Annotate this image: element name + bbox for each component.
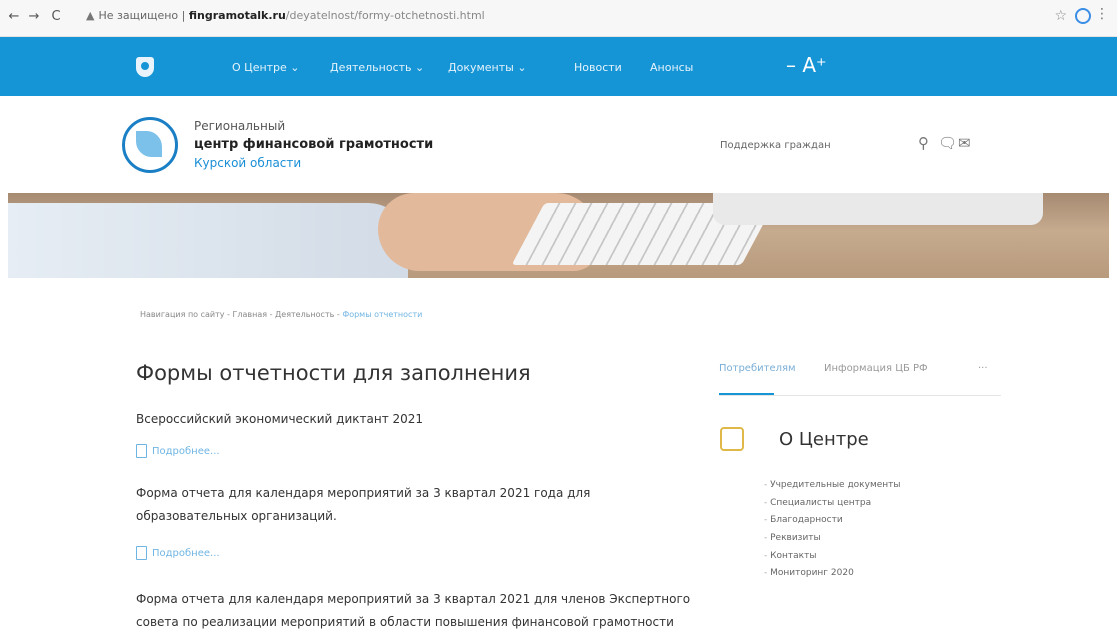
sidebar-item-requisites[interactable]: Реквизиты: [764, 533, 901, 551]
tab-consumers[interactable]: Потребителям: [719, 363, 796, 374]
mail-icon[interactable]: ✉: [958, 134, 971, 152]
file-icon: [136, 444, 147, 458]
sidebar-menu: Учредительные документы Специалисты цент…: [764, 480, 901, 586]
url-domain: fingramotalk.ru: [188, 9, 286, 22]
nav-item-documents[interactable]: Документы ⌄: [448, 61, 527, 74]
sidebar-item-thanks[interactable]: Благодарности: [764, 515, 901, 533]
warning-icon: ▲: [86, 9, 95, 22]
reload-icon[interactable]: C: [48, 9, 64, 24]
nav-item-about[interactable]: О Центре ⌄: [232, 61, 300, 74]
nav-item-announcements[interactable]: Анонсы: [650, 61, 693, 74]
more-link[interactable]: Подробнее...: [136, 546, 220, 560]
page-title: Формы отчетности для заполнения: [136, 361, 531, 385]
about-center-icon: [720, 427, 744, 451]
nav-item-news[interactable]: Новости: [574, 61, 622, 74]
tab-cb-info[interactable]: Информация ЦБ РФ: [824, 363, 928, 374]
security-status: Не защищено: [98, 9, 179, 22]
breadcrumb-item[interactable]: Навигация по сайту: [140, 310, 225, 319]
address-bar[interactable]: ▲ Не защищено | fingramotalk.ru/deyatelno…: [86, 9, 485, 22]
document-title: Форма отчета для календаря мероприятий з…: [136, 486, 591, 523]
bookmark-star-icon[interactable]: ☆: [1054, 8, 1067, 24]
forward-icon[interactable]: →: [26, 9, 42, 24]
url-path: /deyatelnost/formy-otchetnosti.html: [285, 9, 485, 22]
sidebar-item-monitoring[interactable]: Мониторинг 2020: [764, 568, 901, 586]
divider: [719, 395, 1001, 396]
back-icon[interactable]: ←: [6, 9, 22, 24]
support-link[interactable]: Поддержка граждан: [720, 140, 831, 151]
emblem-icon[interactable]: [136, 57, 154, 77]
chat-icon[interactable]: 🗨: [938, 134, 957, 152]
sidebar-title: О Центре: [779, 429, 869, 450]
more-link[interactable]: Подробнее...: [136, 444, 220, 458]
org-name-line2: центр финансовой грамотности: [194, 137, 434, 152]
file-icon: [136, 546, 147, 560]
org-name-line1: Региональный: [194, 119, 286, 133]
breadcrumb-current: Формы отчетности: [342, 310, 423, 319]
search-icon[interactable]: ⚲: [918, 134, 929, 152]
sidebar-item-specialists[interactable]: Специалисты центра: [764, 498, 901, 516]
document-title: Всероссийский экономический диктант 2021: [136, 412, 424, 426]
breadcrumb-item[interactable]: Деятельность: [275, 310, 334, 319]
tab-more[interactable]: ···: [978, 363, 988, 374]
browser-menu-icon[interactable]: ⋮: [1095, 6, 1109, 22]
document-title: Форма отчета для календаря мероприятий з…: [136, 592, 691, 629]
top-navigation: О Центре ⌄ Деятельность ⌄ Документы ⌄ Но…: [0, 37, 1117, 96]
nav-item-activity[interactable]: Деятельность ⌄: [330, 61, 424, 74]
sidebar-item-founding-docs[interactable]: Учредительные документы: [764, 480, 900, 498]
browser-toolbar: ← → C ▲ Не защищено | fingramotalk.ru/dey…: [0, 0, 1117, 37]
org-name-line3: Курской области: [194, 156, 302, 170]
breadcrumb: Навигация по сайту - Главная - Деятельно…: [140, 310, 423, 319]
breadcrumb-item[interactable]: Главная: [232, 310, 267, 319]
header-banner-image: [8, 193, 1109, 278]
sidebar-item-contacts[interactable]: Контакты: [764, 551, 901, 569]
profile-icon[interactable]: [1075, 8, 1091, 24]
font-size-toggle[interactable]: – A⁺: [786, 53, 827, 77]
